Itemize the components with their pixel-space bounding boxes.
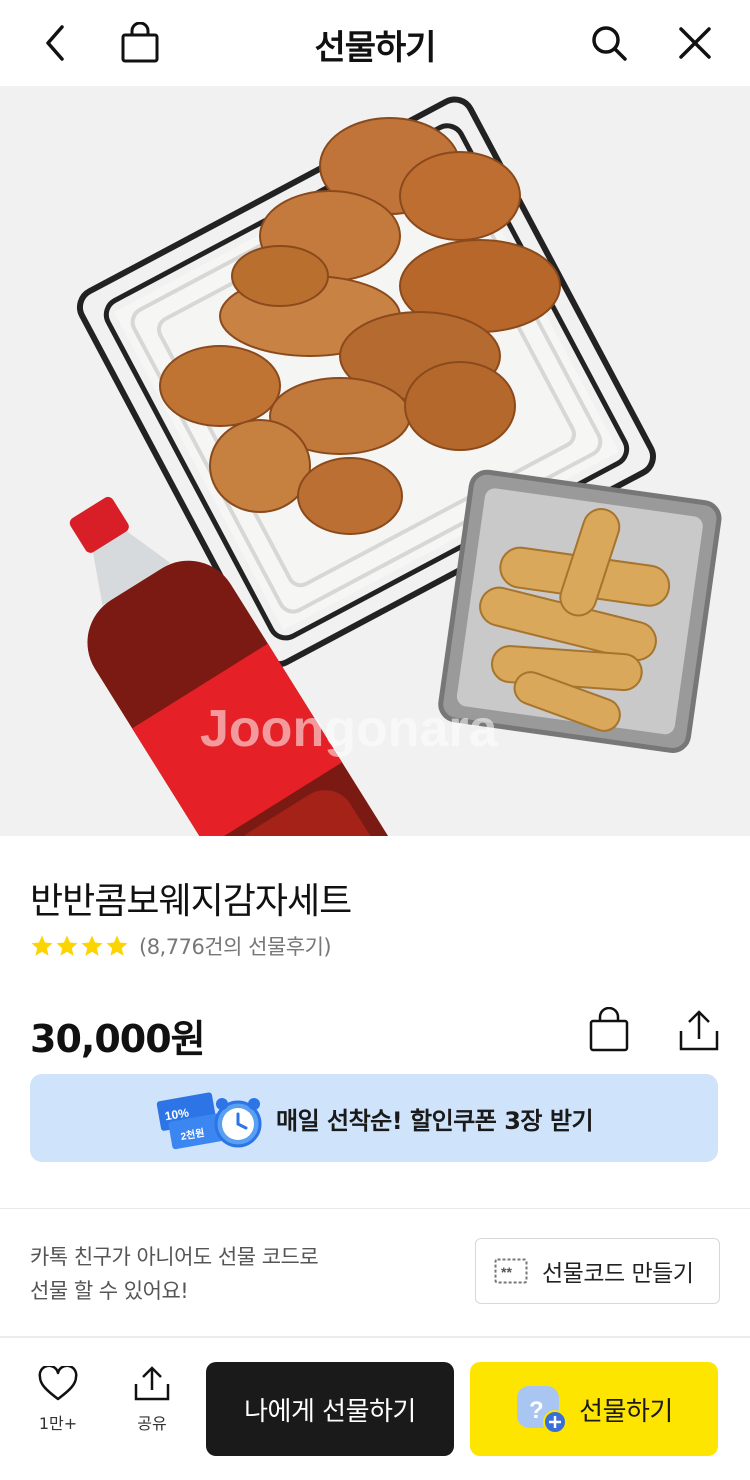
gift-code-description: 카톡 친구가 아니어도 선물 코드로 선물 할 수 있어요!: [30, 1240, 410, 1308]
review-count[interactable]: (8,776건의 선물후기): [139, 931, 332, 961]
gift-code-description-line2: 선물 할 수 있어요!: [30, 1279, 189, 1303]
share-label: 공유: [137, 1414, 167, 1433]
friend-gift-icon: ?: [517, 1386, 568, 1434]
wish-count: 1만+: [38, 1414, 78, 1433]
gift-to-self-label: 나에게 선물하기: [244, 1396, 416, 1427]
coupon-clock-icon: 10% 2천원: [156, 1092, 262, 1150]
product-photo-illustration: Joongonara: [0, 86, 750, 836]
rating-stars: [30, 934, 129, 958]
star-icon: [56, 935, 78, 956]
gift-to-self-button[interactable]: 나에게 선물하기: [206, 1362, 454, 1456]
heart-icon: [38, 1366, 78, 1401]
page-title: 선물하기: [314, 28, 436, 68]
coupon-text: 매일 선착순! 할인쿠폰 3장 받기: [276, 1107, 594, 1135]
product-price: 30,000원: [30, 1017, 206, 1061]
search-icon[interactable]: [584, 18, 634, 68]
section-divider: [0, 1208, 750, 1209]
gift-code-description-line1: 카톡 친구가 아니어도 선물 코드로: [30, 1245, 319, 1269]
star-icon: [81, 935, 103, 956]
share-icon: [134, 1366, 170, 1401]
create-gift-code-label: 선물코드 만들기: [542, 1261, 694, 1287]
gift-code-icon-text: **: [501, 1264, 512, 1280]
watermark-text: Joongonara: [200, 700, 499, 758]
wish-button[interactable]: 1만+: [18, 1366, 98, 1456]
share-icon[interactable]: [674, 1004, 724, 1056]
rating-row[interactable]: (8,776건의 선물후기): [30, 930, 332, 962]
add-to-cart-icon[interactable]: [584, 1004, 634, 1056]
product-image: Joongonara: [0, 86, 750, 836]
star-icon: [31, 935, 53, 956]
gift-button[interactable]: ? 선물하기: [470, 1362, 718, 1456]
coupon-banner[interactable]: 10% 2천원 매일 선착순! 할인쿠폰 3장 받기: [30, 1074, 718, 1162]
close-icon[interactable]: [670, 18, 720, 68]
product-name: 반반콤보웨지감자세트: [30, 881, 352, 922]
bottom-action-bar: 1만+ 공유 나에게 선물하기 ? 선물하기: [0, 1338, 750, 1480]
star-icon: [106, 935, 128, 956]
share-button[interactable]: 공유: [112, 1366, 192, 1456]
top-nav: 선물하기: [0, 0, 750, 86]
create-gift-code-button[interactable]: ** 선물코드 만들기: [475, 1238, 720, 1304]
gift-label: 선물하기: [579, 1396, 673, 1427]
gift-code-icon: **: [494, 1258, 528, 1284]
svg-text:?: ?: [529, 1397, 543, 1424]
